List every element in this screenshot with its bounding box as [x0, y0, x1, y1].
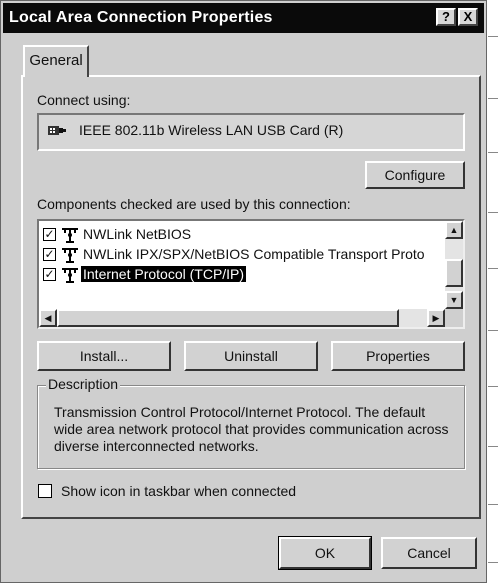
device-name: IEEE 802.11b Wireless LAN USB Card (R)	[79, 122, 344, 138]
network-adapter-icon	[48, 126, 66, 135]
component-label: NWLink IPX/SPX/NetBIOS Compatible Transp…	[83, 246, 425, 262]
uninstall-button[interactable]: Uninstall	[184, 341, 318, 371]
description-legend: Description	[46, 376, 121, 392]
description-group: Description Transmission Control Protoco…	[37, 376, 465, 469]
vertical-scroll-thumb[interactable]	[445, 259, 463, 287]
list-item[interactable]: ✓ NWLink NetBIOS	[43, 225, 443, 245]
title-bar[interactable]: Local Area Connection Properties ? X	[3, 3, 484, 33]
components-label: Components checked are used by this conn…	[37, 196, 351, 212]
cancel-button[interactable]: Cancel	[381, 537, 477, 569]
window-title: Local Area Connection Properties	[9, 9, 273, 26]
connect-using-label: Connect using:	[37, 92, 131, 108]
device-field: IEEE 802.11b Wireless LAN USB Card (R)	[37, 113, 465, 151]
component-checkbox[interactable]: ✓	[43, 228, 56, 241]
install-button[interactable]: Install...	[37, 341, 171, 371]
scroll-left-icon[interactable]: ◀	[39, 309, 57, 327]
component-checkbox[interactable]: ✓	[43, 268, 56, 281]
properties-dialog: Local Area Connection Properties ? X Gen…	[0, 0, 487, 583]
scroll-down-icon[interactable]: ▼	[445, 291, 463, 309]
scroll-up-icon[interactable]: ▲	[445, 221, 463, 239]
configure-button[interactable]: Configure	[365, 161, 465, 189]
component-label-selected: Internet Protocol (TCP/IP)	[81, 266, 247, 282]
help-button[interactable]: ?	[436, 8, 456, 26]
properties-button[interactable]: Properties	[331, 341, 465, 371]
horizontal-scroll-thumb[interactable]	[57, 309, 399, 327]
list-item[interactable]: ✓ NWLink IPX/SPX/NetBIOS Compatible Tran…	[43, 245, 443, 265]
horizontal-scrollbar[interactable]: ◀ ▶	[39, 309, 445, 327]
vertical-scrollbar[interactable]: ▲ ▼	[445, 221, 463, 309]
network-protocol-icon	[62, 248, 78, 263]
network-protocol-icon	[62, 228, 78, 243]
list-item[interactable]: ✓ Internet Protocol (TCP/IP)	[43, 265, 443, 285]
background-tick-marks	[488, 0, 499, 585]
component-checkbox[interactable]: ✓	[43, 248, 56, 261]
network-protocol-icon	[62, 268, 78, 283]
show-icon-label[interactable]: Show icon in taskbar when connected	[61, 483, 296, 499]
close-button[interactable]: X	[458, 8, 478, 26]
scrollbar-corner	[445, 309, 463, 327]
show-icon-checkbox[interactable]	[38, 484, 52, 498]
description-text: Transmission Control Protocol/Internet P…	[54, 404, 449, 454]
components-list[interactable]: ✓ NWLink NetBIOS ✓ NWLink IPX/SPX/NetBIO…	[37, 219, 465, 329]
component-label: NWLink NetBIOS	[83, 226, 192, 242]
tab-general[interactable]: General	[23, 45, 89, 77]
scroll-right-icon[interactable]: ▶	[427, 309, 445, 327]
ok-button[interactable]: OK	[278, 536, 372, 570]
